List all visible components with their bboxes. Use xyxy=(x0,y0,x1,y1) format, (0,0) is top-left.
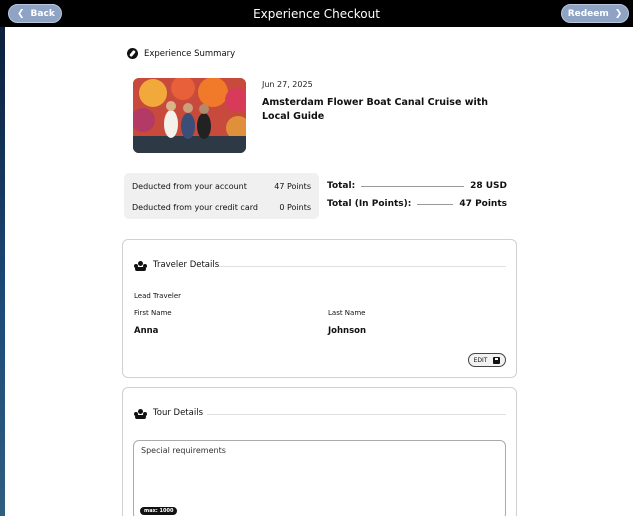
lead-traveler-label: Lead Traveler xyxy=(134,292,182,300)
tour-details-header: Tour Details xyxy=(134,408,203,419)
deduction-account-row: Deducted from your account 47 Points xyxy=(132,182,311,191)
edit-button-label: EDIT xyxy=(473,356,488,364)
redeem-button[interactable]: Redeem ❯ xyxy=(561,4,629,23)
max-characters-badge: max: 1000 xyxy=(140,507,178,515)
back-button-label: Back xyxy=(30,8,55,19)
tour-details-title: Tour Details xyxy=(153,408,203,418)
chevron-right-icon: ❯ xyxy=(614,8,623,19)
experience-summary-title: Experience Summary xyxy=(144,48,236,59)
save-icon xyxy=(493,356,501,364)
total-label: Total: xyxy=(327,181,356,191)
traveler-details-card: Traveler Details Lead Traveler First Nam… xyxy=(122,239,517,378)
traveler-details-title: Traveler Details xyxy=(153,260,220,270)
experience-title: Amsterdam Flower Boat Canal Cruise with … xyxy=(262,97,489,122)
back-button[interactable]: ❮ Back xyxy=(8,4,62,23)
compass-icon xyxy=(127,48,138,59)
tour-header-divider xyxy=(207,414,506,415)
experience-summary-header: Experience Summary xyxy=(127,48,235,59)
top-bar: ❮ Back Experience Checkout Redeem ❯ xyxy=(0,0,633,27)
users-icon xyxy=(134,260,147,271)
last-name-value: Johnson xyxy=(328,326,367,336)
users-icon xyxy=(134,408,147,419)
first-name-label: First Name xyxy=(134,309,172,317)
page-title: Experience Checkout xyxy=(253,6,380,21)
traveler-details-header: Traveler Details xyxy=(134,260,220,271)
first-name-value: Anna xyxy=(134,326,159,336)
deduction-box: Deducted from your account 47 Points Ded… xyxy=(124,173,319,219)
card-label: Deducted from your credit card xyxy=(132,203,258,212)
experience-date: Jun 27, 2025 xyxy=(262,80,313,89)
last-name-label: Last Name xyxy=(328,309,366,317)
edit-traveler-button[interactable]: EDIT xyxy=(468,353,506,367)
deduction-card-row: Deducted from your credit card 0 Points xyxy=(132,203,311,212)
tour-details-card: Tour Details Special requirements max: 1… xyxy=(122,387,517,516)
total-points-row: Total (In Points): 47 Points xyxy=(327,199,507,209)
traveler-header-divider xyxy=(219,266,506,267)
total-points-divider xyxy=(417,203,454,205)
total-row: Total: 28 USD xyxy=(327,181,507,191)
total-points-label: Total (In Points): xyxy=(327,199,412,209)
total-points-value: 47 Points xyxy=(459,199,507,209)
account-label: Deducted from your account xyxy=(132,182,247,191)
experience-image xyxy=(133,78,246,153)
total-divider xyxy=(361,185,465,187)
chevron-left-icon: ❮ xyxy=(17,8,25,19)
account-value: 47 Points xyxy=(274,182,311,191)
card-value: 0 Points xyxy=(279,203,311,212)
special-requirements-placeholder: Special requirements xyxy=(141,446,226,455)
main-content: Experience Summary Jun 27, 2025 Amsterda… xyxy=(5,27,633,516)
special-requirements-input[interactable]: Special requirements max: 1000 xyxy=(133,440,506,516)
total-value: 28 USD xyxy=(470,181,507,191)
redeem-button-label: Redeem xyxy=(567,8,609,19)
